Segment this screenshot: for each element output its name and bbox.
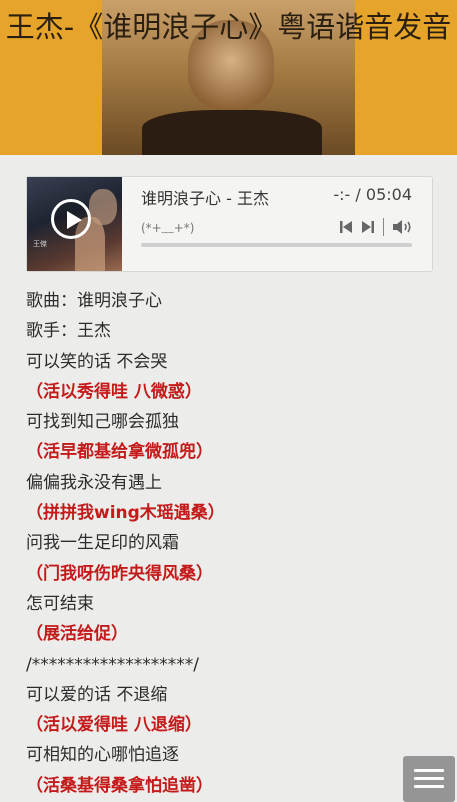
previous-track-icon[interactable]: [339, 219, 353, 235]
track-title: 谁明浪子心 - 王杰: [141, 189, 269, 208]
lyric-line-cantonese: （拼拼我wing木瑶遇桑）: [26, 503, 225, 524]
lyric-line: 可找到知己哪会孤独: [26, 412, 179, 433]
lyric-line-cantonese: （活桑基得桑拿怕追凿）: [26, 775, 213, 796]
play-button[interactable]: [51, 199, 91, 239]
header-banner: 王杰-《谁明浪子心》粤语谐音发音: [0, 0, 457, 155]
player-controls: [339, 217, 414, 237]
track-subtitle: (*+﹏+*): [141, 221, 195, 235]
page-title: 王杰-《谁明浪子心》粤语谐音发音: [5, 10, 452, 44]
photo-coat: [142, 110, 322, 155]
lyric-line-cantonese: （活早都基给拿微孤兜）: [26, 442, 213, 463]
audio-player: 王傑 谁明浪子心 - 王杰 -:- / 05:04 (*+﹏+*): [26, 176, 433, 272]
progress-bar[interactable]: [141, 243, 412, 247]
menu-icon-bar: [414, 777, 444, 780]
lyric-line-cantonese: （活以爱得哇 八退缩）: [26, 715, 202, 736]
lyric-line: 歌曲：谁明浪子心: [26, 291, 162, 311]
lyric-line-cantonese: （活以秀得哇 八微惑）: [26, 381, 202, 402]
lyric-line: 问我一生足印的风霜: [26, 533, 179, 554]
lyric-separator: /*******************/: [26, 654, 199, 675]
lyric-line: 可相知的心哪怕追逐: [26, 745, 179, 766]
menu-button[interactable]: [403, 756, 455, 802]
lyric-line: 偏偏我永没有遇上: [26, 472, 162, 493]
lyric-line: 怎可结束: [26, 593, 94, 614]
lyric-line-cantonese: （展活给促）: [26, 624, 128, 645]
lyric-line: 歌手：王杰: [26, 321, 111, 342]
menu-icon-bar: [414, 769, 444, 772]
lyric-line: 可以爱的话 不退缩: [26, 684, 168, 705]
volume-icon[interactable]: [392, 219, 414, 235]
track-time: -:- / 05:04: [333, 185, 412, 204]
album-cover: 王傑: [27, 177, 122, 271]
lyric-line-cantonese: （门我呀伤昨央得风桑）: [26, 563, 213, 584]
control-divider: [383, 218, 384, 236]
next-track-icon[interactable]: [361, 219, 375, 235]
menu-icon-bar: [414, 785, 444, 788]
lyric-line: 可以笑的话 不会哭: [26, 351, 168, 372]
lyrics-list: 歌曲：谁明浪子心 歌手：王杰可以笑的话 不会哭 （活以秀得哇 八微惑） 可找到知己哪会…: [26, 286, 446, 801]
cover-tag: 王傑: [33, 240, 47, 248]
